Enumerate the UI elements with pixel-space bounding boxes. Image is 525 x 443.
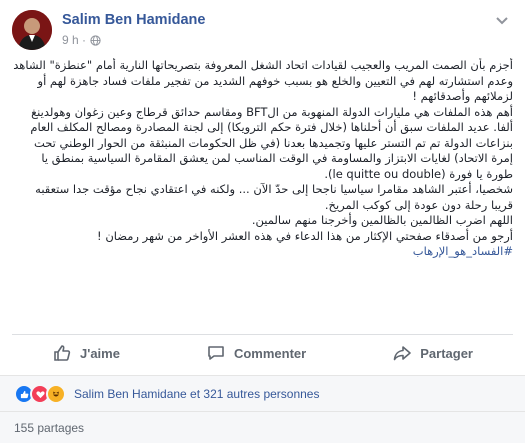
haha-reaction-icon (46, 384, 66, 404)
post-paragraph: شخصيا، أعتبر الشاهد مقامرا سياسيا ناجحا … (35, 182, 513, 212)
comment-button[interactable]: Commenter (166, 343, 346, 363)
post-time[interactable]: 9 h · (62, 33, 86, 47)
comment-icon (208, 346, 224, 360)
like-button[interactable]: J'aime (12, 343, 160, 363)
post-paragraph: أهم هذه الملفات هي مليارات الدولة المنهو… (30, 104, 513, 181)
post-paragraph: أرجو من أصدقاء صفحتي الإكثار من هذا الدع… (97, 228, 513, 243)
facebook-post: Salim Ben Hamidane 9 h · أجزم بأن الصمت … (0, 0, 525, 443)
like-label: J'aime (80, 345, 120, 361)
hashtag-link[interactable]: #الفساد_هو_الإرهاب (413, 244, 513, 258)
reaction-icons (14, 384, 66, 404)
thumbs-up-icon (54, 345, 71, 361)
post-meta: 9 h · (62, 33, 101, 47)
post-body: أجزم بأن الصمت المريب والعجيب لقيادات ات… (12, 58, 513, 313)
shares-bar: 155 partages (0, 411, 525, 443)
share-button[interactable]: Partager (352, 343, 513, 363)
post-paragraph: اللهم اضرب الظالمين بالظالمين وأخرجنا من… (251, 213, 513, 227)
reactions-bar[interactable]: Salim Ben Hamidane et 321 autres personn… (0, 375, 525, 412)
author-name[interactable]: Salim Ben Hamidane (62, 12, 205, 28)
share-icon (393, 346, 412, 361)
share-label: Partager (420, 345, 473, 361)
reactions-count[interactable]: Salim Ben Hamidane et 321 autres personn… (74, 387, 319, 401)
action-bar: J'aime Commenter Partager (12, 334, 513, 371)
comment-label: Commenter (233, 345, 307, 361)
globe-icon (90, 34, 101, 46)
shares-count[interactable]: 155 partages (14, 421, 84, 435)
post-paragraph: أجزم بأن الصمت المريب والعجيب لقيادات ات… (13, 58, 513, 103)
chevron-down-icon[interactable] (495, 16, 509, 26)
avatar[interactable] (12, 10, 52, 50)
